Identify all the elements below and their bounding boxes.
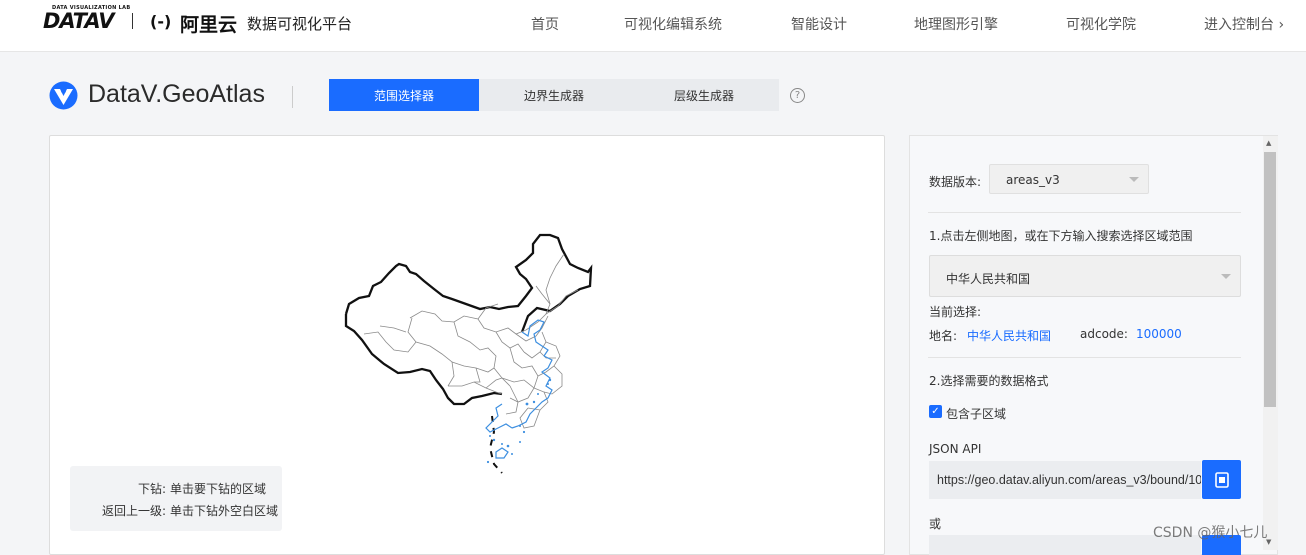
help-icon[interactable]: ? — [790, 88, 805, 103]
place-name-value: 中华人民共和国 — [967, 329, 1052, 343]
map-southwest-border[interactable] — [344, 314, 503, 406]
map-national-border[interactable] — [344, 233, 593, 333]
scrollbar-thumb[interactable] — [1264, 152, 1276, 407]
aliyun-logo-icon: (-) — [150, 12, 172, 31]
aliyun-logo-text[interactable]: 阿里云 — [180, 10, 237, 37]
include-subregions-checkbox[interactable]: ✓ — [929, 405, 942, 418]
brand-title: DataV.GeoAtlas — [88, 80, 265, 108]
hint-drilldown-value: 单击要下钻的区域 — [170, 482, 267, 496]
map-coastline[interactable] — [485, 319, 553, 459]
copy-icon — [1214, 471, 1229, 488]
place-name-label: 地名: — [929, 329, 958, 343]
hint-goback-value: 单击下钻外空白区域 — [170, 504, 279, 518]
watermark: CSDN @猴小七儿 — [1153, 525, 1268, 541]
scroll-up-icon[interactable]: ▲ — [1266, 139, 1271, 147]
hint-drilldown-key: 下钻: — [137, 482, 166, 496]
datav-logo[interactable]: DATAV — [43, 9, 114, 33]
panel-divider — [928, 357, 1241, 358]
step1-label: 1.点击左侧地图，或在下方输入搜索选择区域范围 — [929, 229, 1193, 243]
nav-smart-design[interactable]: 智能设计 — [791, 14, 847, 34]
panel-divider — [928, 212, 1241, 213]
hint-goback: 返回上一级: 单击下钻外空白区域 — [70, 502, 282, 519]
tab-level-generator[interactable]: 层级生成器 — [629, 79, 779, 111]
map-panel[interactable]: 下钻: 单击要下钻的区域 返回上一级: 单击下钻外空白区域 — [49, 135, 885, 555]
tool-tabs: 范围选择器 边界生成器 层级生成器 — [329, 79, 779, 111]
brand-divider — [292, 86, 293, 108]
hint-drilldown: 下钻: 单击要下钻的区域 — [70, 480, 282, 497]
nav-home[interactable]: 首页 — [531, 14, 559, 34]
json-api-url-field[interactable]: https://geo.datav.aliyun.com/areas_v3/bo… — [929, 461, 1201, 499]
or-label: 或 — [929, 517, 942, 531]
nav-academy[interactable]: 可视化学院 — [1066, 14, 1136, 34]
data-version-label: 数据版本: — [929, 175, 982, 189]
json-api-label: JSON API — [929, 442, 982, 456]
chevron-down-icon[interactable] — [1129, 177, 1139, 182]
logo-divider — [132, 13, 133, 29]
map-hint-box: 下钻: 单击要下钻的区域 返回上一级: 单击下钻外空白区域 — [70, 466, 282, 531]
nav-editor[interactable]: 可视化编辑系统 — [624, 14, 722, 34]
tab-boundary-generator[interactable]: 边界生成器 — [479, 79, 629, 111]
nav-geo-engine[interactable]: 地理图形引擎 — [914, 14, 998, 34]
data-version-select[interactable]: areas_v3 — [989, 164, 1149, 194]
geoatlas-logo-icon — [49, 81, 78, 110]
nav-console[interactable]: 进入控制台 › — [1204, 14, 1284, 34]
region-select[interactable]: 中华人民共和国 — [929, 255, 1241, 297]
adcode-label: adcode: — [1080, 327, 1128, 341]
step2-label: 2.选择需要的数据格式 — [929, 374, 1049, 388]
current-selection-label: 当前选择: — [929, 305, 982, 319]
adcode-value: 100000 — [1136, 327, 1182, 341]
copy-url-button[interactable] — [1202, 460, 1241, 499]
map-dashed-maritime-line — [488, 415, 503, 474]
map-provinces[interactable] — [363, 253, 579, 429]
tab-range-selector[interactable]: 范围选择器 — [329, 79, 479, 111]
top-navbar: DATA VISUALIZATION LAB DATAV (-) 阿里云 数据可… — [0, 0, 1306, 52]
hint-goback-key: 返回上一级: — [101, 504, 166, 518]
platform-name: 数据可视化平台 — [247, 15, 353, 33]
include-subregions-label[interactable]: 包含子区域 — [946, 405, 1006, 422]
chevron-down-icon[interactable] — [1221, 274, 1231, 279]
